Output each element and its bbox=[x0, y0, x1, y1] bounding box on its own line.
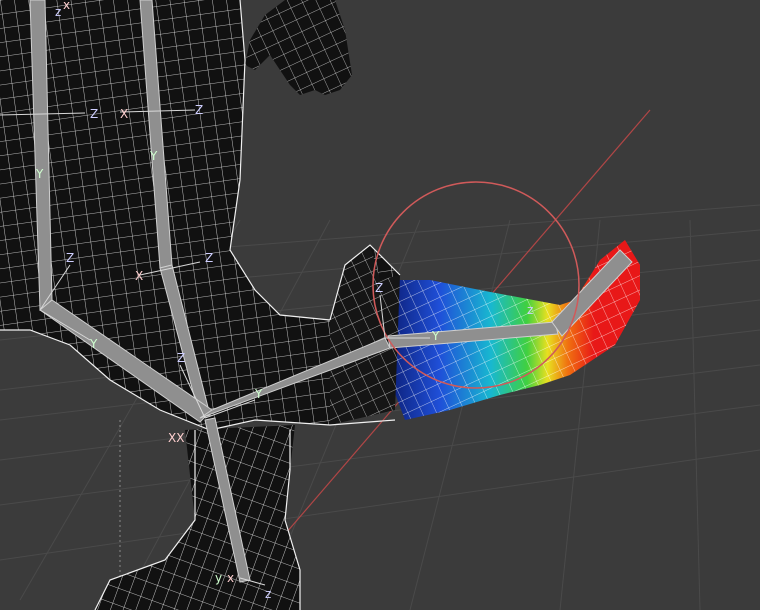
axis-label-y: Y bbox=[254, 387, 263, 401]
axis-label-x-small: x bbox=[227, 571, 234, 585]
axis-label-z-small: z bbox=[55, 5, 61, 19]
axis-label-xx: XX bbox=[168, 431, 184, 445]
axis-label-z: Z bbox=[66, 251, 74, 265]
character-mesh[interactable] bbox=[0, 0, 640, 610]
axis-label-z-small: z bbox=[527, 303, 533, 317]
viewport-canvas[interactable]: Z Y Y Z XX Z Y Z X Z X Z Y Y z x z y x z bbox=[0, 0, 760, 610]
axis-label-y-small: y bbox=[215, 571, 222, 585]
axis-label-x: X bbox=[120, 107, 128, 121]
axis-label-y: Y bbox=[89, 337, 98, 351]
axis-label-z: Z bbox=[375, 281, 383, 295]
axis-label-y: Y bbox=[431, 329, 440, 343]
axis-label-x: X bbox=[135, 269, 143, 283]
axis-label-x-small: x bbox=[63, 0, 70, 12]
axis-label-z: Z bbox=[195, 103, 203, 117]
axis-label-z: Z bbox=[177, 351, 185, 365]
axis-label-z-small: z bbox=[265, 587, 271, 601]
axis-label-y: Y bbox=[149, 149, 158, 163]
axis-label-y: Y bbox=[35, 167, 44, 181]
axis-label-z: Z bbox=[90, 107, 98, 121]
axis-label-z: Z bbox=[205, 251, 213, 265]
3d-viewport[interactable]: Z Y Y Z XX Z Y Z X Z X Z Y Y z x z y x z bbox=[0, 0, 760, 610]
